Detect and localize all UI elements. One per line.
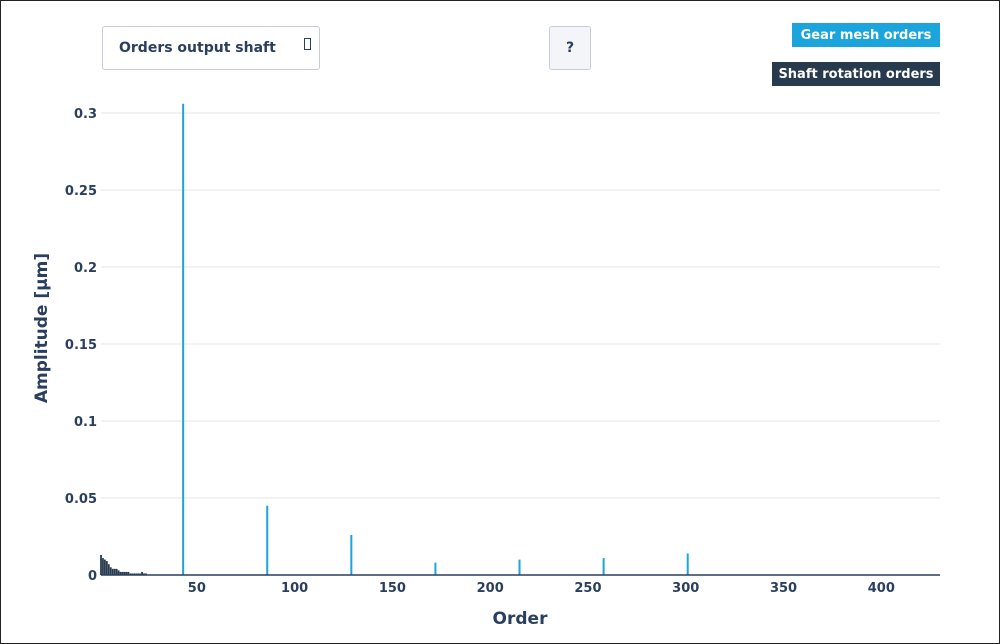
x-tick-label: 250 [574,581,601,596]
x-tick-label: 150 [379,581,406,596]
gear-mesh-bar [434,562,437,575]
shaft-rotation-bar [107,564,110,575]
x-tick-label: 300 [672,581,699,596]
shaft-rotation-bar [115,568,118,575]
shaft-rotation-bar [111,568,114,575]
y-tick-label: 0.15 [65,338,97,353]
gear-mesh-bar [686,553,689,575]
y-tick-label: 0.25 [65,184,97,199]
y-tick-label: 0.2 [74,261,97,276]
shaft-rotation-bar [113,568,116,575]
x-tick-label: 400 [868,581,895,596]
x-tick-label: 50 [188,581,206,596]
shaft-rotation-bar [100,554,102,575]
bars [100,103,689,575]
shaft-rotation-bar [102,558,104,575]
gear-mesh-bar [182,103,185,575]
y-tick-label: 0.1 [74,415,97,430]
y-tick-label: 0.3 [74,107,97,122]
x-tick-label: 350 [770,581,797,596]
gridlines [101,112,940,499]
tick-labels: 0 0.05 0.1 0.15 0.2 0.25 0.3 50 100 150 200 250 300 3… [65,107,895,596]
y-tick-label: 0.05 [65,492,97,507]
shaft-rotation-bar [104,559,106,575]
y-tick-label: 0 [88,569,97,584]
gear-mesh-bar [350,534,353,575]
x-tick-label: 200 [477,581,504,596]
gear-mesh-bar [518,559,521,575]
shaft-rotation-bar [105,561,108,575]
shaft-rotation-bar [109,567,112,575]
amplitude-order-chart: 0 0.05 0.1 0.15 0.2 0.25 0.3 50 100 150 200 250 300 3… [65,103,940,596]
x-tick-label: 100 [281,581,308,596]
gear-mesh-bar [602,558,605,575]
gear-mesh-bar [266,505,269,575]
